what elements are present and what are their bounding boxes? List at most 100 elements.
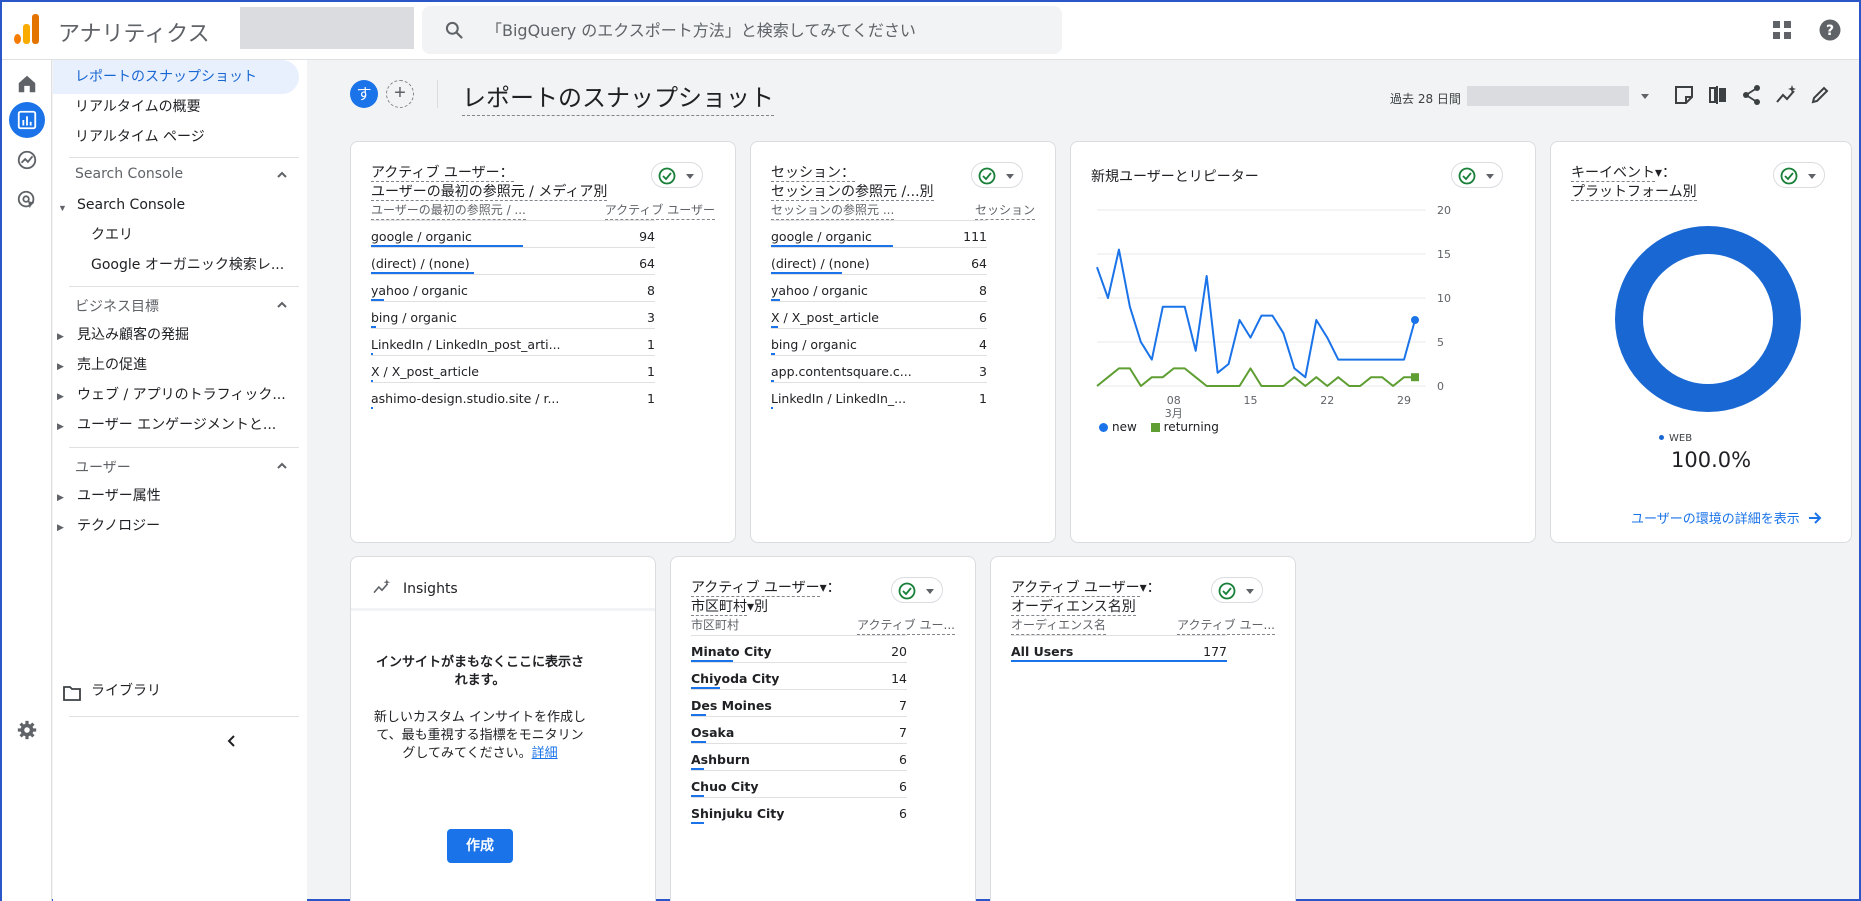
nav-item-report-snapshot[interactable]: レポートのスナップショット xyxy=(53,60,299,94)
table-row[interactable]: (direct) / (none) 64 xyxy=(771,247,987,274)
chevron-up-icon[interactable] xyxy=(275,298,289,312)
settings-gear-icon[interactable] xyxy=(9,712,45,748)
nav-group-search-console[interactable]: Search Console xyxy=(77,188,185,222)
comparison-check-chip[interactable] xyxy=(971,162,1023,188)
nav-item-demographics[interactable]: ユーザー属性 xyxy=(77,479,161,513)
comparison-check-chip[interactable] xyxy=(651,162,703,188)
card-title[interactable]: アクティブ ユーザー： ユーザーの最初の参照元 / メディア別 xyxy=(371,164,608,202)
column-header-dimension[interactable]: 市区町村 xyxy=(691,616,739,634)
comparison-check-chip[interactable] xyxy=(891,577,943,603)
row-label: (direct) / (none) xyxy=(371,256,470,271)
donut-chart[interactable] xyxy=(1551,142,1852,543)
row-value: 94 xyxy=(639,229,655,244)
table-row[interactable]: Chuo City 6 xyxy=(691,770,907,797)
row-value: 1 xyxy=(647,391,655,406)
advertising-icon[interactable] xyxy=(9,182,45,218)
section-user[interactable]: ユーザー xyxy=(75,457,131,477)
table-row[interactable]: Minato City 20 xyxy=(691,635,907,662)
table-row[interactable]: Des Moines 7 xyxy=(691,689,907,716)
insights-sparkle-icon[interactable] xyxy=(1775,84,1797,106)
card-sessions-by-source: セッション： セッションの参照元 /...別 セッションの参照元 ... セッショ… xyxy=(750,141,1056,543)
expand-triangle-icon[interactable]: ▶ xyxy=(57,522,64,533)
table-row[interactable]: All Users 177 xyxy=(1011,635,1227,662)
expand-triangle-icon[interactable]: ▶ xyxy=(57,421,64,432)
table-row[interactable]: LinkedIn / LinkedIn_post_arti... 1 xyxy=(371,328,655,355)
table-row[interactable]: yahoo / organic 8 xyxy=(371,274,655,301)
column-header-dimension[interactable]: オーディエンス名 xyxy=(1011,616,1106,635)
table-row[interactable]: ashimo-design.studio.site / r... 1 xyxy=(371,382,655,409)
nav-item-sales[interactable]: 売上の促進 xyxy=(77,348,147,382)
nav-item-library[interactable]: ライブラリ xyxy=(91,674,161,708)
card-title[interactable]: アクティブ ユーザー▾： 市区町村▾別 xyxy=(691,579,841,617)
row-value: 64 xyxy=(971,256,987,271)
column-header-metric[interactable]: セッション xyxy=(974,201,1035,220)
comparison-check-chip[interactable] xyxy=(1211,577,1263,603)
explore-icon[interactable] xyxy=(9,142,45,178)
learn-more-link[interactable]: 詳細 xyxy=(532,746,558,761)
table-row[interactable]: (direct) / (none) 64 xyxy=(371,247,655,274)
expand-triangle-icon[interactable]: ▶ xyxy=(57,492,64,503)
column-header-dimension[interactable]: セッションの参照元 ... xyxy=(771,201,895,220)
expand-triangle-icon[interactable]: ▼ xyxy=(58,203,67,213)
comparison-avatar[interactable]: す xyxy=(350,80,378,108)
nav-item-realtime-overview[interactable]: リアルタイムの概要 xyxy=(75,90,201,124)
dropdown-arrow-icon[interactable] xyxy=(1639,90,1651,102)
nav-item-google-organic[interactable]: Google オーガニック検索レ... xyxy=(91,248,301,282)
compare-icon[interactable] xyxy=(1707,84,1729,106)
apps-grid-icon[interactable] xyxy=(1770,18,1794,42)
table-row[interactable]: app.contentsquare.c... 3 xyxy=(771,355,987,382)
table-row[interactable]: google / organic 94 xyxy=(371,220,655,247)
table-row[interactable]: X / X_post_article 1 xyxy=(371,355,655,382)
table-row[interactable]: Shinjuku City 6 xyxy=(691,797,907,824)
column-header-metric[interactable]: アクティブ ユーザー xyxy=(604,201,715,220)
chevron-up-icon[interactable] xyxy=(275,459,289,473)
add-comparison-button[interactable]: + xyxy=(386,80,414,108)
check-circle-icon xyxy=(898,582,916,600)
account-selector[interactable] xyxy=(240,7,414,49)
table-row[interactable]: bing / organic 4 xyxy=(771,328,987,355)
note-icon[interactable] xyxy=(1673,84,1695,106)
collapse-chevron-icon[interactable] xyxy=(225,734,239,748)
edit-pencil-icon[interactable] xyxy=(1809,84,1831,106)
dropdown-arrow-icon xyxy=(1006,174,1014,179)
section-search-console[interactable]: Search Console xyxy=(75,166,183,182)
card-title[interactable]: アクティブ ユーザー▾： オーディエンス名別 xyxy=(1011,579,1161,617)
table-row[interactable]: yahoo / organic 8 xyxy=(771,274,987,301)
table-row[interactable]: Ashburn 6 xyxy=(691,743,907,770)
expand-triangle-icon[interactable]: ▶ xyxy=(57,391,64,402)
column-header-metric[interactable]: アクティブ ユー... xyxy=(1177,616,1275,635)
column-header-dimension[interactable]: ユーザーの最初の参照元 / ... xyxy=(371,201,526,220)
table-row[interactable]: LinkedIn / LinkedIn_... 1 xyxy=(771,382,987,409)
column-header-metric[interactable]: アクティブ ユー... xyxy=(857,616,955,635)
table-row[interactable]: Osaka 7 xyxy=(691,716,907,743)
date-range-value[interactable] xyxy=(1467,86,1629,106)
home-icon[interactable] xyxy=(9,66,45,102)
card-title[interactable]: セッション： セッションの参照元 /...別 xyxy=(771,164,934,202)
nav-item-technology[interactable]: テクノロジー xyxy=(77,509,160,543)
view-user-environment-link[interactable]: ユーザーの環境の詳細を表示 xyxy=(1631,508,1822,527)
row-label: yahoo / organic xyxy=(371,283,468,298)
table-row[interactable]: Chiyoda City 14 xyxy=(691,662,907,689)
share-icon[interactable] xyxy=(1741,84,1763,106)
table-row[interactable]: bing / organic 3 xyxy=(371,301,655,328)
reports-icon[interactable] xyxy=(9,102,45,138)
analytics-logo-icon[interactable] xyxy=(14,14,40,44)
table-row[interactable]: google / organic 111 xyxy=(771,220,987,247)
line-chart[interactable]: 0 5 10 15 20 083月 15 22 29 xyxy=(1071,142,1536,543)
nav-item-user-engagement[interactable]: ユーザー エンゲージメントと... xyxy=(77,408,301,442)
search-input[interactable] xyxy=(486,16,1046,44)
create-insight-button[interactable]: 作成 xyxy=(447,829,513,863)
nav-item-leads[interactable]: 見込み顧客の発掘 xyxy=(77,318,189,352)
table-row[interactable]: X / X_post_article 6 xyxy=(771,301,987,328)
help-icon[interactable]: ? xyxy=(1818,18,1842,42)
arrow-right-icon xyxy=(1808,512,1822,524)
nav-item-realtime-pages[interactable]: リアルタイム ページ xyxy=(75,120,205,154)
section-business-objectives[interactable]: ビジネス目標 xyxy=(75,296,159,316)
date-range-label[interactable]: 過去 28 日間 xyxy=(1390,90,1461,107)
search-box[interactable] xyxy=(422,6,1062,54)
nav-item-queries[interactable]: クエリ xyxy=(91,218,133,252)
expand-triangle-icon[interactable]: ▶ xyxy=(57,331,64,342)
chevron-up-icon[interactable] xyxy=(275,168,289,182)
expand-triangle-icon[interactable]: ▶ xyxy=(57,361,64,372)
nav-item-web-app-traffic[interactable]: ウェブ / アプリのトラフィック... xyxy=(77,378,301,412)
